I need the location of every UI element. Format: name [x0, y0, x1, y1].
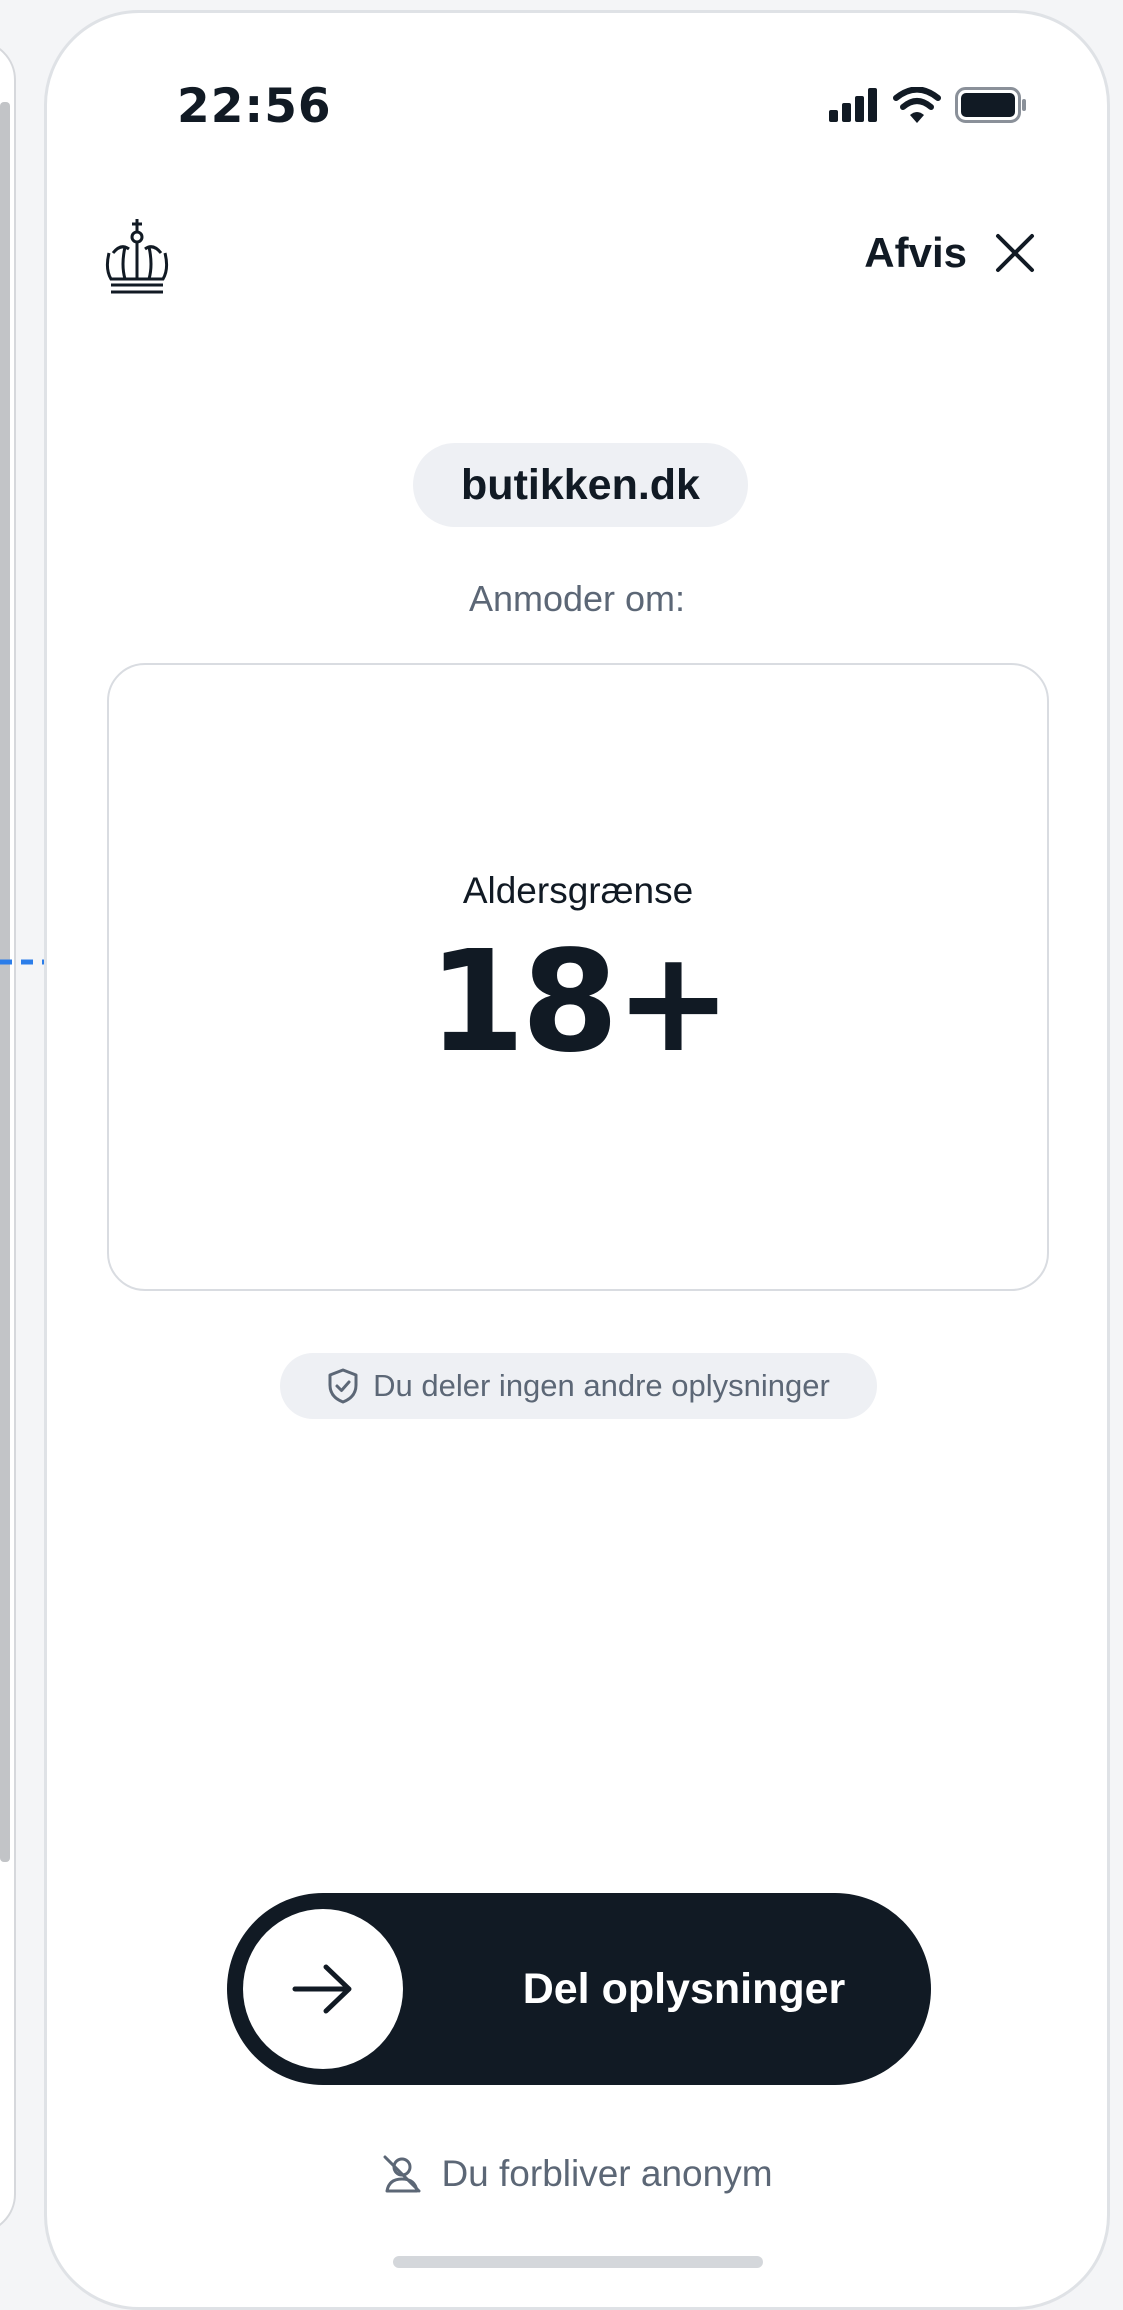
share-label: Del oplysninger	[522, 1964, 846, 2013]
shield-check-icon	[328, 1368, 358, 1404]
user-slash-icon	[383, 2155, 421, 2193]
requester-domain-badge: butikken.dk	[413, 443, 748, 527]
cellular-signal-icon	[829, 88, 877, 122]
privacy-note-text: Du deler ingen andre oplysninger	[373, 1368, 830, 1403]
home-indicator[interactable]	[393, 2256, 763, 2268]
status-icons	[829, 87, 1027, 123]
phone-screen: 22:56 Afvis butikken.dk Anmoder om: Alde…	[44, 10, 1110, 2310]
attribute-value: 18+	[427, 921, 732, 1084]
status-time: 22:56	[177, 79, 332, 134]
previous-screen-edge	[0, 40, 16, 2234]
close-icon	[996, 234, 1034, 272]
privacy-note: Du deler ingen andre oplysninger	[280, 1353, 877, 1419]
arrow-right-icon	[292, 1964, 352, 2014]
slider-knob[interactable]	[243, 1909, 403, 2069]
anonymous-note: Du forbliver anonym	[47, 2153, 1107, 2195]
requested-attribute-card: Aldersgrænse 18+	[107, 663, 1049, 1291]
attribute-label: Aldersgrænse	[462, 870, 694, 911]
requesting-label: Anmoder om:	[468, 578, 686, 619]
royal-crown-icon	[105, 219, 169, 294]
anonymous-text: Du forbliver anonym	[441, 2153, 773, 2194]
battery-icon	[955, 87, 1026, 123]
wifi-icon	[893, 87, 941, 123]
reject-button[interactable]: Afvis	[864, 229, 1035, 277]
reject-label: Afvis	[864, 229, 967, 276]
share-information-slider[interactable]: Del oplysninger	[227, 1893, 931, 2085]
